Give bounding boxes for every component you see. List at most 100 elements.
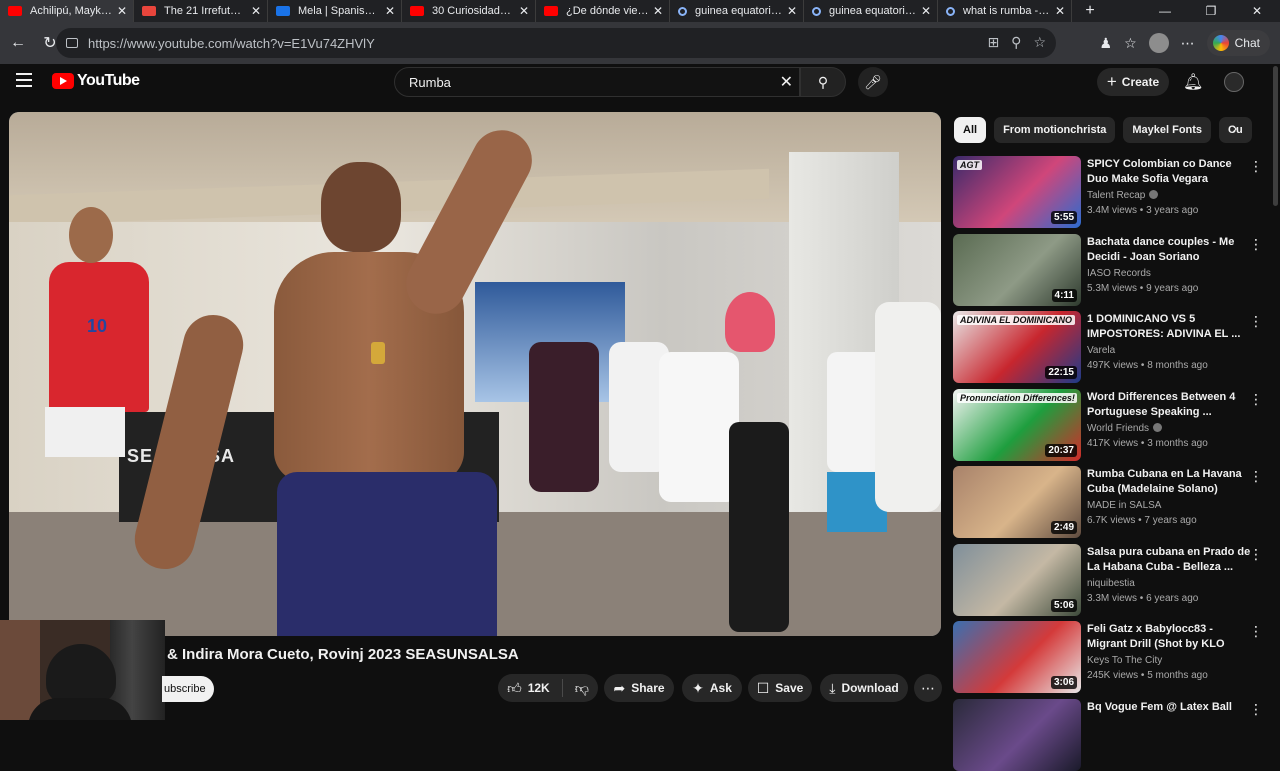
recommendation-item[interactable]: 5:06 Salsa pura cubana en Prado de La Hab… <box>953 544 1263 616</box>
filter-chip[interactable]: From motionchrista <box>994 117 1116 143</box>
more-vertical-icon[interactable]: ⋮ <box>1249 701 1263 718</box>
channel-name[interactable]: Talent Recap <box>1087 190 1145 201</box>
video-thumbnail[interactable]: 4:11 <box>953 234 1081 306</box>
save-button[interactable]: ☐ Save <box>748 674 812 702</box>
recommendation-item[interactable]: ADIVINA EL DOMINICANO 22:15 1 DOMINICANO V… <box>953 311 1263 383</box>
close-tab-icon[interactable]: ✕ <box>251 4 261 18</box>
recommendation-item[interactable]: 4:11 Bachata dance couples - Me Decidi - … <box>953 234 1263 306</box>
browser-tab[interactable]: what is rumba - Se ✕ <box>938 0 1072 22</box>
recommendation-title[interactable]: Word Differences Between 4 Portuguese Sp… <box>1087 390 1255 420</box>
more-actions-button[interactable]: ⋯ <box>914 674 942 702</box>
channel-name[interactable]: Keys To The City <box>1087 655 1162 666</box>
site-favicon-icon <box>544 6 558 16</box>
browser-tab[interactable]: Mela | Spanish to E ✕ <box>268 0 402 22</box>
thumbs-up-icon[interactable]: 👍︎ <box>507 680 522 697</box>
recommendation-item[interactable]: 2:49 Rumba Cubana en La Havana Cuba (Made… <box>953 466 1263 538</box>
voice-search-button[interactable]: 🎤︎ <box>858 67 888 97</box>
video-thumbnail[interactable]: 5:06 <box>953 544 1081 616</box>
notifications-bell-icon[interactable]: 🔔︎ <box>1183 72 1203 92</box>
profile-avatar[interactable] <box>1148 33 1169 53</box>
channel-name[interactable]: MADE in SALSA <box>1087 500 1161 511</box>
create-label: Create <box>1121 75 1160 89</box>
clear-search-icon[interactable]: ✕ <box>780 72 793 92</box>
channel-name[interactable]: Varela <box>1087 345 1115 356</box>
search-input[interactable]: Rumba ✕ <box>394 67 800 97</box>
recommendation-title[interactable]: 1 DOMINICANO VS 5 IMPOSTORES: ADIVINA EL… <box>1087 312 1255 342</box>
filter-chip[interactable]: All <box>954 117 987 143</box>
chat-button[interactable]: Chat <box>1206 30 1270 56</box>
youtube-logo[interactable]: YouTube <box>52 72 140 90</box>
video-thumbnail[interactable]: 2:49 <box>953 466 1081 538</box>
address-bar[interactable]: https://www.youtube.com/watch?v=E1Vu74ZH… <box>56 28 1056 58</box>
browser-menu-icon[interactable]: ⋯ <box>1181 35 1195 52</box>
extensions-icon[interactable]: ♟ <box>1100 35 1113 52</box>
close-tab-icon[interactable]: ✕ <box>385 4 395 18</box>
more-vertical-icon[interactable]: ⋮ <box>1249 623 1263 640</box>
browser-tab[interactable]: Achilipú, Maykel Fo ✕ <box>0 0 134 22</box>
recommendation-title[interactable]: SPICY Colombian co Dance Duo Make Sofia … <box>1087 157 1255 187</box>
page-scrollbar[interactable] <box>1271 64 1280 720</box>
video-thumbnail[interactable]: AGT 5:55 <box>953 156 1081 228</box>
close-tab-icon[interactable]: ✕ <box>653 4 663 18</box>
close-window-icon[interactable]: ✕ <box>1234 0 1280 22</box>
minimize-icon[interactable]: — <box>1142 0 1188 22</box>
close-tab-icon[interactable]: ✕ <box>117 4 127 18</box>
browser-tab[interactable]: ¿De dónde viene tu ✕ <box>536 0 670 22</box>
filter-chip[interactable]: Maykel Fonts <box>1123 117 1212 143</box>
account-avatar[interactable] <box>1224 72 1244 92</box>
subscribe-button[interactable]: ubscribe <box>162 676 214 702</box>
maximize-icon[interactable]: ❐ <box>1188 0 1234 22</box>
create-button[interactable]: + Create <box>1097 68 1169 96</box>
video-thumbnail[interactable]: 3:06 <box>953 621 1081 693</box>
install-app-icon[interactable]: ⊞ <box>987 34 999 51</box>
close-tab-icon[interactable]: ✕ <box>921 4 931 18</box>
browser-tab[interactable]: guinea equatorial - ✕ <box>670 0 804 22</box>
video-thumbnail[interactable]: ADIVINA EL DOMINICANO 22:15 <box>953 311 1081 383</box>
favorites-icon[interactable]: ☆ <box>1124 35 1137 52</box>
browser-tab[interactable]: guinea equatorial - ✕ <box>804 0 938 22</box>
new-tab-button[interactable]: + <box>1078 2 1102 20</box>
zoom-icon[interactable]: ⚲ <box>1011 34 1021 51</box>
channel-name[interactable]: World Friends <box>1087 423 1149 434</box>
video-player[interactable]: SEASUNSA SA 10 <box>9 112 941 636</box>
recommendation-item[interactable]: Bq Vogue Fem @ Latex Ball ⋮ <box>953 699 1263 771</box>
more-vertical-icon[interactable]: ⋮ <box>1249 313 1263 330</box>
like-count[interactable]: 12K <box>528 681 550 695</box>
more-vertical-icon[interactable]: ⋮ <box>1249 158 1263 175</box>
recommendation-title[interactable]: Salsa pura cubana en Prado de La Habana … <box>1087 545 1255 575</box>
channel-row: Varela <box>1087 345 1115 356</box>
view-count-and-age: 5.3M views • 9 years ago <box>1087 283 1199 294</box>
download-button[interactable]: ⤓ Download <box>820 674 908 702</box>
recommendation-title[interactable]: Bq Vogue Fem @ Latex Ball <box>1087 700 1255 715</box>
share-button[interactable]: ➦ Share <box>604 674 674 702</box>
browser-tab[interactable]: The 21 Irrefutable L ✕ <box>134 0 268 22</box>
recommendation-title[interactable]: Rumba Cubana en La Havana Cuba (Madelain… <box>1087 467 1255 497</box>
more-vertical-icon[interactable]: ⋮ <box>1249 546 1263 563</box>
video-thumbnail[interactable] <box>953 699 1081 771</box>
more-vertical-icon[interactable]: ⋮ <box>1249 391 1263 408</box>
ask-button[interactable]: ✦ Ask <box>682 674 742 702</box>
site-info-icon[interactable] <box>66 38 78 48</box>
chevron-right-icon[interactable]: › <box>1232 120 1237 138</box>
video-thumbnail[interactable]: Pronunciation Differences! 20:37 <box>953 389 1081 461</box>
back-arrow-icon[interactable]: ← <box>4 34 32 52</box>
browser-tab[interactable]: 30 Curiosidades qu ✕ <box>402 0 536 22</box>
search-button[interactable]: ⚲ <box>800 67 846 97</box>
close-tab-icon[interactable]: ✕ <box>1055 4 1065 18</box>
recommendation-item[interactable]: 3:06 Feli Gatz x Babylocc83 - Migrant Dri… <box>953 621 1263 693</box>
recommendation-item[interactable]: AGT 5:55 SPICY Colombian co Dance Duo Make… <box>953 156 1263 228</box>
recommendation-title[interactable]: Feli Gatz x Babylocc83 - Migrant Drill (… <box>1087 622 1255 652</box>
more-vertical-icon[interactable]: ⋮ <box>1249 236 1263 253</box>
hamburger-menu-icon[interactable] <box>16 73 32 87</box>
recommendation-item[interactable]: Pronunciation Differences! 20:37 Word Diff… <box>953 389 1263 461</box>
close-tab-icon[interactable]: ✕ <box>519 4 529 18</box>
recommendation-title[interactable]: Bachata dance couples - Me Decidi - Joan… <box>1087 235 1255 265</box>
person-shorts <box>45 407 125 457</box>
thumbs-down-icon[interactable]: 👎︎ <box>575 680 589 697</box>
more-vertical-icon[interactable]: ⋮ <box>1249 468 1263 485</box>
youtube-play-icon <box>52 73 74 89</box>
bookmark-star-icon[interactable]: ☆ <box>1033 34 1046 51</box>
channel-name[interactable]: niquibestia <box>1087 578 1135 589</box>
channel-name[interactable]: IASO Records <box>1087 268 1151 279</box>
close-tab-icon[interactable]: ✕ <box>787 4 797 18</box>
